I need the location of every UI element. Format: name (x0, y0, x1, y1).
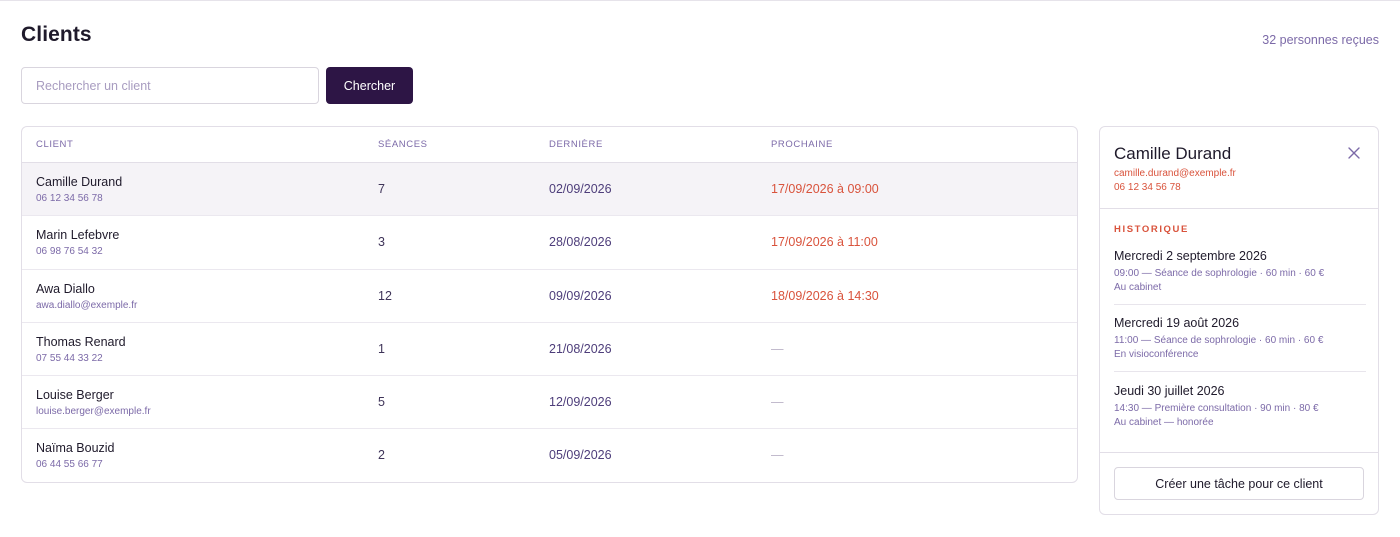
column-header-client[interactable]: Client (36, 139, 73, 150)
column-header-last[interactable]: Dernière (549, 139, 603, 150)
history-info: 11:00 — Séance de sophrologie · 60 min ·… (1114, 335, 1324, 346)
client-sessions: 7 (378, 182, 385, 196)
column-header-sessions[interactable]: Séances (378, 139, 428, 150)
client-next-session: — (771, 448, 784, 463)
client-detail-panel: Camille Durand camille.durand@exemple.fr… (1099, 126, 1379, 515)
client-next-session: 18/09/2026 à 14:30 (771, 288, 879, 303)
detail-client-phone: 06 12 34 56 78 (1114, 182, 1181, 193)
panel-divider (1100, 452, 1378, 453)
search-input[interactable] (21, 67, 319, 104)
history-place: Au cabinet — honorée (1114, 417, 1214, 428)
client-sessions: 12 (378, 288, 392, 303)
history-item: Mercredi 19 août 2026 11:00 — Séance de … (1114, 316, 1366, 362)
search-button[interactable]: Chercher (326, 67, 413, 104)
history-date: Mercredi 19 août 2026 (1114, 316, 1240, 330)
client-name: Awa Diallo (36, 281, 95, 296)
table-row[interactable]: Camille Durand 06 12 34 56 78 7 02/09/20… (22, 163, 1077, 217)
client-sessions: 3 (378, 235, 385, 250)
history-date: Jeudi 30 juillet 2026 (1114, 384, 1225, 398)
client-contact: awa.diallo@exemple.fr (36, 299, 138, 311)
client-name: Marin Lefebvre (36, 228, 120, 243)
history-info: 14:30 — Première consultation · 90 min ·… (1114, 403, 1319, 414)
table-row[interactable]: Marin Lefebvre 06 98 76 54 32 3 28/08/20… (22, 216, 1077, 270)
client-contact: 06 98 76 54 32 (36, 246, 103, 258)
clients-table: Client Séances Dernière Prochaine Camill… (21, 126, 1078, 483)
page-title: Clients (21, 23, 92, 46)
history-place: Au cabinet (1114, 282, 1162, 293)
client-last-session: 09/09/2026 (549, 288, 612, 303)
client-next-session: — (771, 341, 784, 356)
table-row[interactable]: Naïma Bouzid 06 44 55 66 77 2 05/09/2026… (22, 429, 1077, 482)
client-next-session: 17/09/2026 à 09:00 (771, 182, 879, 196)
table-header: Client Séances Dernière Prochaine (22, 127, 1077, 163)
detail-client-email: camille.durand@exemple.fr (1114, 168, 1236, 179)
close-icon[interactable] (1346, 145, 1362, 161)
column-header-next[interactable]: Prochaine (771, 139, 833, 150)
history-item: Mercredi 2 septembre 2026 09:00 — Séance… (1114, 249, 1366, 295)
client-name: Naïma Bouzid (36, 441, 115, 456)
table-row[interactable]: Awa Diallo awa.diallo@exemple.fr 12 09/0… (22, 270, 1077, 323)
client-contact: 06 12 34 56 78 (36, 193, 103, 204)
history-title: HISTORIQUE (1114, 224, 1189, 235)
client-sessions: 5 (378, 395, 385, 410)
client-last-session: 12/09/2026 (549, 395, 612, 410)
client-contact: 06 44 55 66 77 (36, 459, 103, 471)
client-name: Louise Berger (36, 388, 114, 403)
history-divider (1114, 371, 1366, 372)
history-info: 09:00 — Séance de sophrologie · 60 min ·… (1114, 268, 1325, 279)
client-contact: 07 55 44 33 22 (36, 352, 103, 364)
client-name: Thomas Renard (36, 334, 126, 349)
create-task-button[interactable]: Créer une tâche pour ce client (1114, 467, 1364, 500)
table-row[interactable]: Thomas Renard 07 55 44 33 22 1 21/08/202… (22, 323, 1077, 377)
client-next-session: — (771, 395, 784, 410)
detail-client-name: Camille Durand (1114, 144, 1232, 163)
client-last-session: 21/08/2026 (549, 341, 612, 356)
history-date: Mercredi 2 septembre 2026 (1114, 249, 1267, 263)
history-divider (1114, 304, 1366, 305)
history-item: Jeudi 30 juillet 2026 14:30 — Première c… (1114, 384, 1366, 430)
people-count: 32 personnes reçues (1262, 33, 1379, 47)
client-last-session: 05/09/2026 (549, 448, 612, 463)
client-sessions: 2 (378, 448, 385, 463)
client-last-session: 28/08/2026 (549, 235, 612, 250)
history-place: En visioconférence (1114, 349, 1199, 360)
client-contact: louise.berger@exemple.fr (36, 406, 151, 418)
client-sessions: 1 (378, 341, 385, 356)
client-last-session: 02/09/2026 (549, 182, 612, 196)
table-row[interactable]: Louise Berger louise.berger@exemple.fr 5… (22, 376, 1077, 430)
detail-header: Camille Durand camille.durand@exemple.fr… (1100, 127, 1378, 209)
client-next-session: 17/09/2026 à 11:00 (771, 235, 878, 250)
client-name: Camille Durand (36, 175, 123, 189)
